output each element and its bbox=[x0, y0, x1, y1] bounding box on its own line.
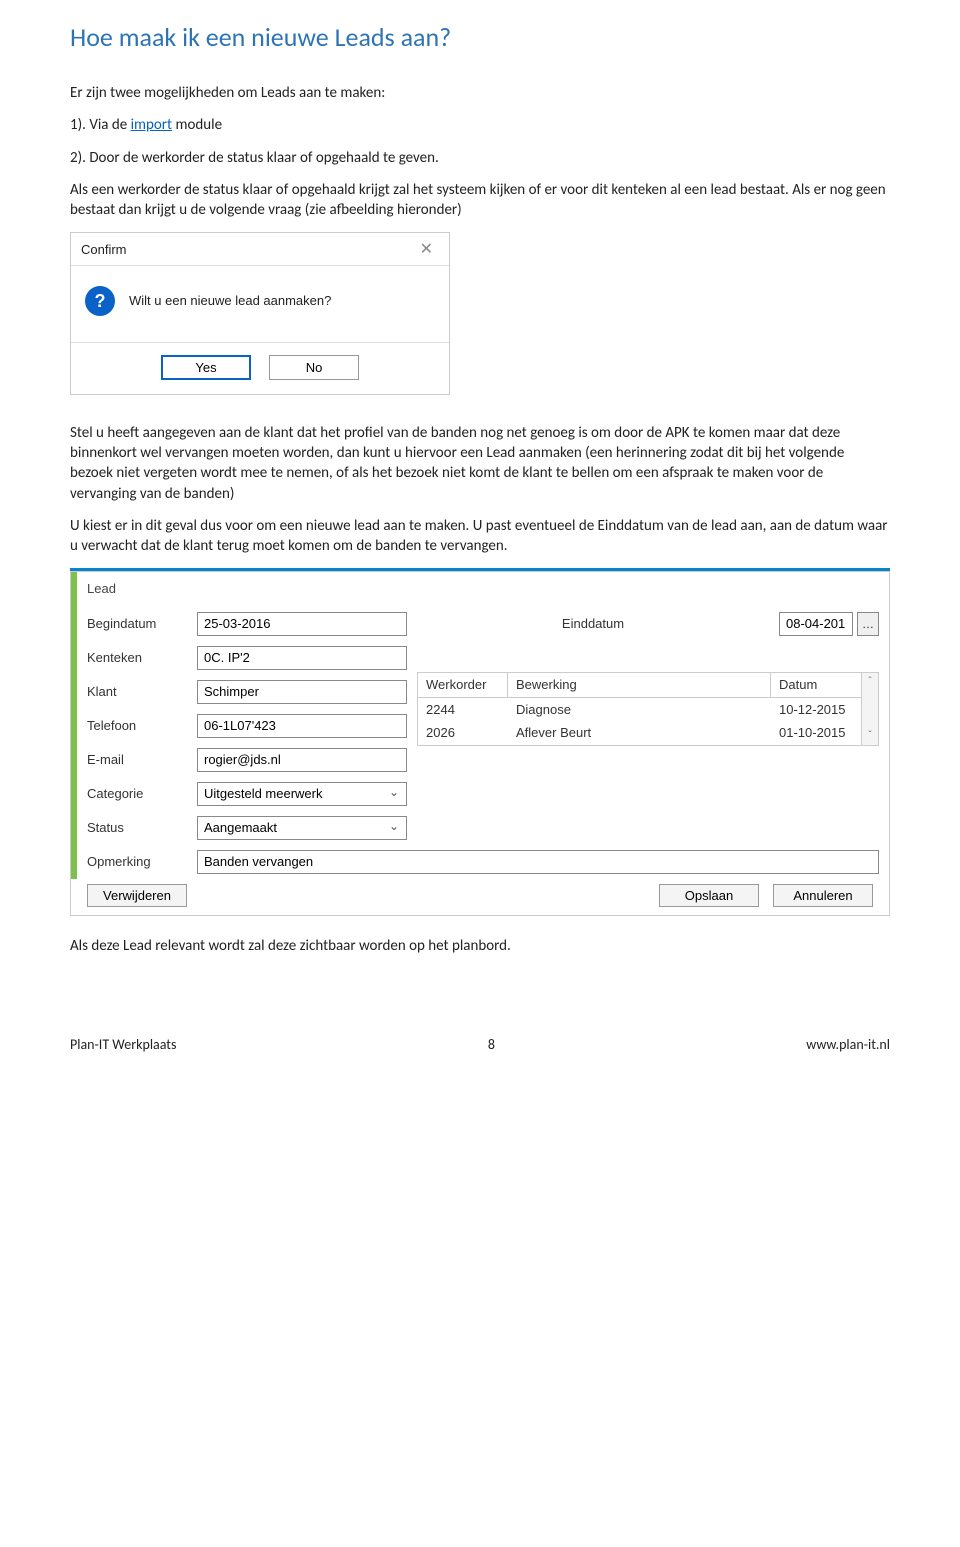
label-klant: Klant bbox=[87, 683, 187, 701]
cell-bewerking: Aflever Beurt bbox=[508, 721, 771, 745]
paragraph-3: U kiest er in dit geval dus voor om een … bbox=[70, 516, 890, 557]
confirm-dialog: Confirm ✕ ? Wilt u een nieuwe lead aanma… bbox=[70, 232, 450, 395]
opslaan-button[interactable]: Opslaan bbox=[659, 884, 759, 907]
chevron-up-icon[interactable]: ˆ bbox=[868, 675, 871, 689]
kenteken-field[interactable] bbox=[197, 646, 407, 670]
cell-datum: 10-12-2015 bbox=[771, 698, 861, 722]
confirm-dialog-image: Confirm ✕ ? Wilt u een nieuwe lead aanma… bbox=[70, 232, 890, 395]
status-select[interactable] bbox=[197, 816, 407, 840]
footer-right: www.plan-it.nl bbox=[806, 1036, 890, 1055]
confirm-title: Confirm bbox=[81, 241, 127, 259]
col-bewerking[interactable]: Bewerking bbox=[508, 673, 771, 698]
option-1-post: module bbox=[172, 116, 222, 134]
intro-text: Er zijn twee mogelijkheden om Leads aan … bbox=[70, 83, 890, 103]
label-status: Status bbox=[87, 819, 187, 837]
no-button[interactable]: No bbox=[269, 355, 359, 380]
paragraph-1: Als een werkorder de status klaar of opg… bbox=[70, 180, 890, 221]
cell-bewerking: Diagnose bbox=[508, 698, 771, 722]
option-1-pre: 1). Via de bbox=[70, 116, 131, 134]
verwijderen-button[interactable]: Verwijderen bbox=[87, 884, 187, 907]
table-row[interactable]: 2244 Diagnose 10-12-2015 bbox=[418, 698, 861, 722]
col-werkorder[interactable]: Werkorder bbox=[418, 673, 508, 698]
footer-left: Plan-IT Werkplaats bbox=[70, 1036, 176, 1055]
option-1: 1). Via de import module bbox=[70, 115, 890, 135]
page-title: Hoe maak ik een nieuwe Leads aan? bbox=[70, 20, 890, 55]
col-datum[interactable]: Datum bbox=[771, 673, 861, 698]
question-icon: ? bbox=[85, 286, 115, 316]
label-kenteken: Kenteken bbox=[87, 649, 187, 667]
footer-page-number: 8 bbox=[176, 1036, 806, 1055]
label-email: E-mail bbox=[87, 751, 187, 769]
lead-panel-title: Lead bbox=[81, 578, 879, 612]
chevron-down-icon[interactable]: ˇ bbox=[868, 729, 871, 743]
einddatum-field[interactable] bbox=[779, 612, 853, 636]
label-opmerking: Opmerking bbox=[87, 853, 187, 871]
page-footer: Plan-IT Werkplaats 8 www.plan-it.nl bbox=[70, 1036, 890, 1055]
cell-werkorder: 2244 bbox=[418, 698, 508, 722]
telefoon-field[interactable] bbox=[197, 714, 407, 738]
accent-strip bbox=[71, 572, 77, 879]
label-einddatum: Einddatum bbox=[417, 615, 769, 633]
label-begindatum: Begindatum bbox=[87, 615, 187, 633]
cell-datum: 01-10-2015 bbox=[771, 721, 861, 745]
lead-form-image: Lead Begindatum Einddatum … Kenteken Wer… bbox=[70, 568, 890, 916]
lead-panel: Lead Begindatum Einddatum … Kenteken Wer… bbox=[70, 571, 890, 916]
werkorder-table: Werkorder Bewerking Datum 2244 Diagnose … bbox=[417, 672, 879, 746]
klant-field[interactable] bbox=[197, 680, 407, 704]
label-telefoon: Telefoon bbox=[87, 717, 187, 735]
opmerking-field[interactable] bbox=[197, 850, 879, 874]
table-row[interactable]: 2026 Aflever Beurt 01-10-2015 bbox=[418, 721, 861, 745]
begindatum-field[interactable] bbox=[197, 612, 407, 636]
email-field[interactable] bbox=[197, 748, 407, 772]
annuleren-button[interactable]: Annuleren bbox=[773, 884, 873, 907]
confirm-message: Wilt u een nieuwe lead aanmaken? bbox=[129, 292, 331, 310]
categorie-select[interactable] bbox=[197, 782, 407, 806]
date-picker-button[interactable]: … bbox=[857, 612, 879, 636]
scrollbar[interactable]: ˆ ˇ bbox=[861, 672, 879, 746]
cell-werkorder: 2026 bbox=[418, 721, 508, 745]
yes-button[interactable]: Yes bbox=[161, 355, 251, 380]
import-link[interactable]: import bbox=[131, 116, 172, 134]
label-categorie: Categorie bbox=[87, 785, 187, 803]
close-icon[interactable]: ✕ bbox=[414, 239, 439, 261]
paragraph-2: Stel u heeft aangegeven aan de klant dat… bbox=[70, 423, 890, 504]
option-2: 2). Door de werkorder de status klaar of… bbox=[70, 148, 890, 168]
paragraph-4: Als deze Lead relevant wordt zal deze zi… bbox=[70, 936, 890, 956]
